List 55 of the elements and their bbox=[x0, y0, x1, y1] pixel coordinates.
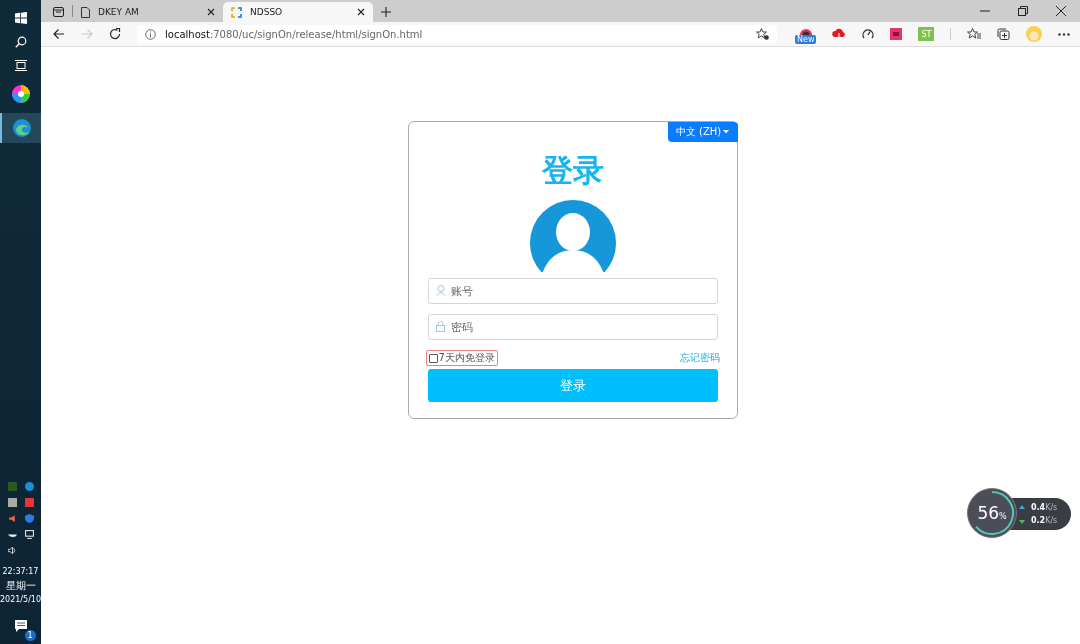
shield-icon[interactable] bbox=[24, 514, 34, 523]
network-icon[interactable] bbox=[24, 530, 34, 539]
info-icon bbox=[145, 28, 156, 40]
task-view-icon[interactable] bbox=[14, 60, 27, 71]
tab-actions-icon[interactable] bbox=[53, 7, 64, 17]
url-text: localhost:7080/uc/signOn/release/html/signOn.html bbox=[165, 28, 423, 40]
new-badge: New bbox=[795, 34, 817, 44]
clock-date: 2021/5/10 bbox=[0, 594, 41, 606]
avatar-icon bbox=[529, 200, 616, 272]
brackets-icon bbox=[231, 6, 242, 18]
wave-icon bbox=[12, 119, 31, 137]
notification-icon[interactable] bbox=[14, 620, 27, 632]
clock-time: 22:37:17 bbox=[2, 566, 39, 578]
username-field[interactable]: 账号 bbox=[427, 278, 718, 304]
page-icon bbox=[81, 6, 90, 18]
app-tray-icon[interactable] bbox=[7, 498, 17, 507]
taskbar-app[interactable] bbox=[0, 113, 41, 143]
cloud-icon[interactable] bbox=[832, 28, 847, 40]
speaker-icon[interactable] bbox=[7, 514, 17, 523]
download-arrow-icon bbox=[1019, 517, 1025, 524]
load-percent: 56% bbox=[977, 503, 1007, 523]
star-plus-icon[interactable] bbox=[756, 28, 769, 40]
clock[interactable]: 22:37:17 星期一 2021/5/10 bbox=[0, 565, 41, 607]
progress-arc bbox=[975, 491, 1014, 535]
restore-icon[interactable] bbox=[1018, 6, 1028, 16]
volume-icon[interactable] bbox=[7, 546, 17, 555]
close-icon[interactable] bbox=[357, 8, 365, 16]
new-tab-icon[interactable] bbox=[381, 7, 391, 17]
collections-icon[interactable] bbox=[997, 28, 1011, 40]
upload-rate: 0.4K/s bbox=[1031, 503, 1058, 512]
close-icon[interactable] bbox=[1056, 6, 1066, 16]
close-icon[interactable] bbox=[207, 8, 215, 16]
password-field[interactable]: 密码 bbox=[427, 314, 718, 340]
browser-tab[interactable]: NDSSO bbox=[223, 2, 373, 22]
windows-icon[interactable] bbox=[14, 12, 27, 24]
lock-icon bbox=[435, 321, 445, 332]
extension-icon[interactable] bbox=[890, 28, 903, 40]
notification-count: 1 bbox=[24, 630, 36, 641]
refresh-icon[interactable] bbox=[109, 28, 121, 40]
gauge-icon[interactable] bbox=[862, 28, 875, 40]
address-bar[interactable]: localhost:7080/uc/signOn/release/html/signOn.html bbox=[137, 24, 777, 44]
login-title: 登录 bbox=[541, 151, 604, 190]
search-icon[interactable] bbox=[14, 36, 27, 48]
caret-icon bbox=[723, 130, 730, 134]
more-icon[interactable] bbox=[1058, 32, 1071, 36]
download-rate: 0.2K/s bbox=[1031, 516, 1058, 525]
color-wheel-icon[interactable] bbox=[11, 85, 30, 103]
language-dropdown[interactable]: 中文 (ZH) bbox=[667, 122, 738, 142]
upload-arrow-icon bbox=[1019, 504, 1025, 511]
back-icon[interactable] bbox=[53, 28, 65, 40]
remember-checkbox[interactable]: 7天内免登录 bbox=[425, 350, 498, 366]
clock-weekday: 星期一 bbox=[5, 579, 36, 593]
favorites-icon[interactable] bbox=[967, 28, 982, 40]
user-icon bbox=[435, 285, 446, 296]
browser-tab[interactable]: DKEY AM bbox=[73, 2, 223, 22]
